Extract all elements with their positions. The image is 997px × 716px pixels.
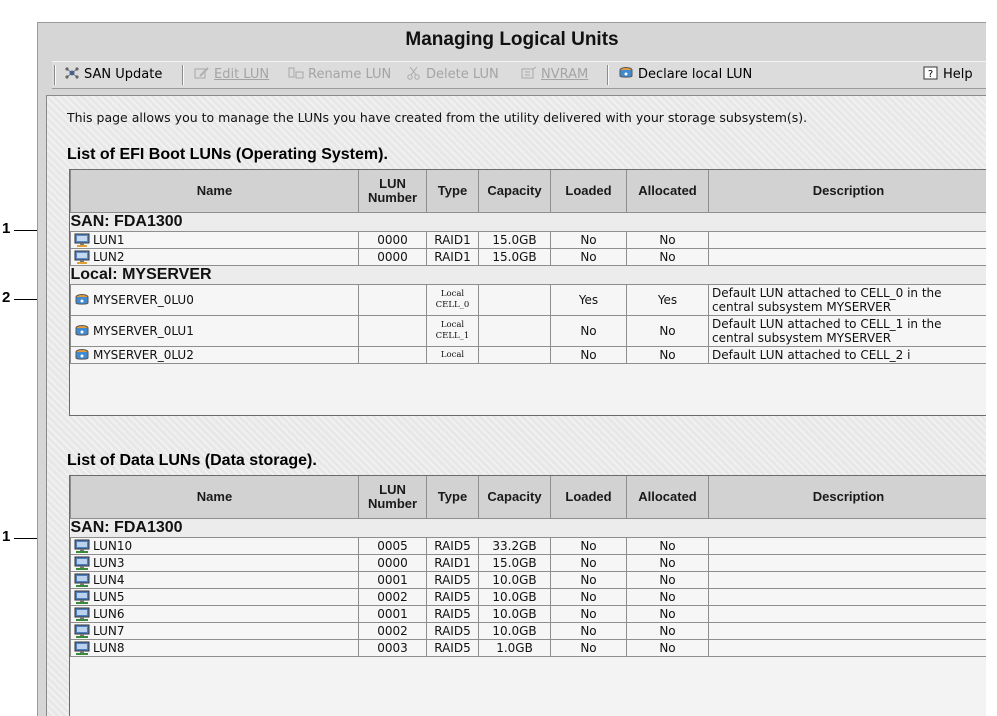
col-capacity[interactable]: Capacity bbox=[478, 170, 551, 213]
lun-name: LUN3 bbox=[93, 556, 125, 570]
col-description[interactable]: Description bbox=[708, 476, 986, 519]
page-title: Managing Logical Units bbox=[405, 29, 619, 50]
content-panel: This page allows you to manage the LUNs … bbox=[46, 95, 986, 716]
group-label: SAN: FDA1300 bbox=[70, 518, 986, 538]
lun-name: LUN7 bbox=[93, 624, 125, 638]
table-row[interactable]: MYSERVER_0LU0 Local CELL_0 Yes Yes Defaul… bbox=[70, 284, 986, 316]
rename-lun-button[interactable]: Rename LUN bbox=[288, 66, 391, 84]
table-header-row: Name LUN Number Type Capacity Loaded All… bbox=[70, 170, 986, 213]
efi-list-title: List of EFI Boot LUNs (Operating System)… bbox=[67, 146, 388, 163]
local-disk-icon bbox=[74, 324, 90, 338]
nvram-icon bbox=[521, 66, 537, 80]
table-row[interactable]: LUN1 0000 RAID1 15.0GB No No bbox=[70, 231, 986, 249]
data-lun-icon bbox=[74, 539, 90, 553]
group-row-san: SAN: FDA1300 bbox=[70, 518, 986, 538]
declare-local-lun-button[interactable]: Declare local LUN bbox=[618, 66, 752, 84]
lun-name: MYSERVER_0LU1 bbox=[93, 324, 194, 338]
lun-name: MYSERVER_0LU0 bbox=[93, 293, 194, 307]
col-allocated[interactable]: Allocated bbox=[626, 170, 709, 213]
table-row[interactable]: LUN8 0003 RAID5 1.0GB No No bbox=[70, 639, 986, 657]
table-row[interactable]: LUN10 0005 RAID5 33.2GB No No bbox=[70, 537, 986, 555]
data-lun-icon bbox=[74, 607, 90, 621]
boot-lun-icon bbox=[74, 233, 90, 247]
lun-name: LUN1 bbox=[93, 233, 125, 247]
local-disk-icon bbox=[74, 348, 90, 362]
col-lun-number[interactable]: LUN Number bbox=[358, 476, 427, 519]
help-icon: ? bbox=[923, 66, 939, 80]
local-disk-icon bbox=[74, 293, 90, 307]
intro-text: This page allows you to manage the LUNs … bbox=[67, 110, 808, 125]
edit-lun-button[interactable]: Edit LUN bbox=[194, 66, 269, 84]
group-row-san: SAN: FDA1300 bbox=[70, 212, 986, 232]
col-loaded[interactable]: Loaded bbox=[550, 476, 627, 519]
col-capacity[interactable]: Capacity bbox=[478, 476, 551, 519]
lun-name: LUN2 bbox=[93, 250, 125, 264]
efi-lun-table-wrap: Name LUN Number Type Capacity Loaded All… bbox=[69, 169, 986, 416]
data-lun-icon bbox=[74, 641, 90, 655]
table-row[interactable]: LUN2 0000 RAID1 15.0GB No No bbox=[70, 248, 986, 266]
help-button[interactable]: ? Help bbox=[923, 66, 973, 84]
col-type[interactable]: Type bbox=[426, 170, 479, 213]
efi-lun-table: Name LUN Number Type Capacity Loaded All… bbox=[70, 170, 986, 364]
lun-name: LUN6 bbox=[93, 607, 125, 621]
col-type[interactable]: Type bbox=[426, 476, 479, 519]
table-row[interactable]: LUN7 0002 RAID5 10.0GB No No bbox=[70, 622, 986, 640]
toolbar-separator bbox=[54, 65, 56, 85]
data-lun-icon bbox=[74, 590, 90, 604]
table-row[interactable]: LUN4 0001 RAID5 10.0GB No No bbox=[70, 571, 986, 589]
col-loaded[interactable]: Loaded bbox=[550, 170, 627, 213]
delete-lun-button[interactable]: Delete LUN bbox=[406, 66, 499, 84]
lun-name: LUN5 bbox=[93, 590, 125, 604]
group-label: SAN: FDA1300 bbox=[70, 212, 986, 232]
toolbar: SAN Update Edit LUN Rename LUN Delete LU… bbox=[52, 61, 986, 89]
col-allocated[interactable]: Allocated bbox=[626, 476, 709, 519]
table-row[interactable]: LUN6 0001 RAID5 10.0GB No No bbox=[70, 605, 986, 623]
data-list-title: List of Data LUNs (Data storage). bbox=[67, 452, 317, 469]
table-row[interactable]: MYSERVER_0LU2 Local No No Default LUN at… bbox=[70, 346, 986, 364]
table-row[interactable]: LUN3 0000 RAID1 15.0GB No No bbox=[70, 554, 986, 572]
group-label: Local: MYSERVER bbox=[70, 265, 986, 285]
san-update-button[interactable]: SAN Update bbox=[64, 66, 162, 84]
lun-name: LUN10 bbox=[93, 539, 133, 553]
lun-manager-window: Managing Logical Units SAN Update Edit L… bbox=[37, 22, 986, 716]
data-lun-icon bbox=[74, 556, 90, 570]
rename-icon bbox=[288, 66, 304, 80]
data-lun-table: Name LUN Number Type Capacity Loaded All… bbox=[70, 476, 986, 657]
scissors-icon bbox=[406, 66, 422, 80]
lun-name: MYSERVER_0LU2 bbox=[93, 348, 194, 362]
edit-icon bbox=[194, 66, 210, 80]
lun-name: LUN4 bbox=[93, 573, 125, 587]
col-name[interactable]: Name bbox=[70, 476, 359, 519]
table-header-row: Name LUN Number Type Capacity Loaded All… bbox=[70, 476, 986, 519]
col-lun-number[interactable]: LUN Number bbox=[358, 170, 427, 213]
lun-name: LUN8 bbox=[93, 641, 125, 655]
toolbar-separator bbox=[607, 65, 609, 85]
col-name[interactable]: Name bbox=[70, 170, 359, 213]
data-lun-icon bbox=[74, 624, 90, 638]
network-update-icon bbox=[64, 66, 80, 80]
group-row-local: Local: MYSERVER bbox=[70, 265, 986, 285]
local-disk-icon bbox=[618, 66, 634, 80]
data-lun-table-wrap: Name LUN Number Type Capacity Loaded All… bbox=[69, 475, 986, 716]
svg-text:?: ? bbox=[928, 69, 933, 80]
table-row[interactable]: MYSERVER_0LU1 Local CELL_1 No No Default … bbox=[70, 315, 986, 347]
nvram-button[interactable]: NVRAM bbox=[521, 66, 588, 84]
boot-lun-icon bbox=[74, 250, 90, 264]
toolbar-separator bbox=[182, 65, 184, 85]
data-lun-icon bbox=[74, 573, 90, 587]
col-description[interactable]: Description bbox=[708, 170, 986, 213]
table-row[interactable]: LUN5 0002 RAID5 10.0GB No No bbox=[70, 588, 986, 606]
